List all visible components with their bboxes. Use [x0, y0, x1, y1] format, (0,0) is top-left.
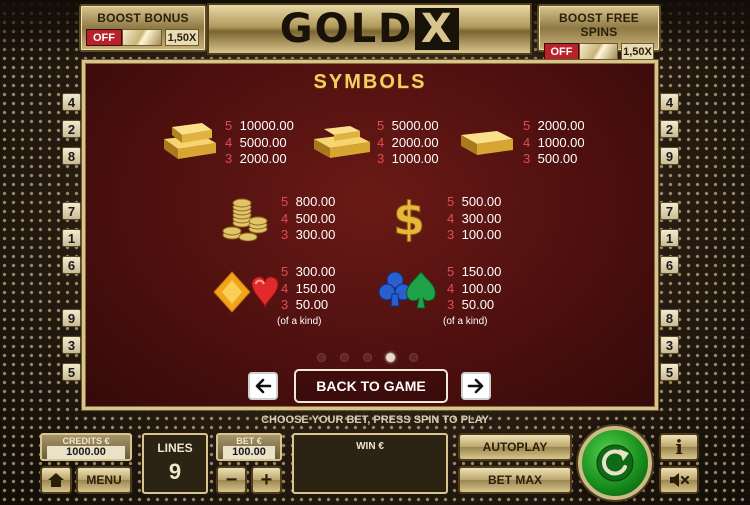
line-number-right[interactable]: 6: [660, 256, 679, 274]
gold-coins-icon: [222, 198, 268, 242]
line-number-left[interactable]: 1: [62, 229, 81, 247]
info-button[interactable]: i: [659, 433, 699, 461]
autoplay-button[interactable]: AUTOPLAY: [458, 433, 572, 461]
mute-icon: [670, 473, 690, 487]
bet-display: BET € 100.00: [216, 433, 282, 461]
line-number-left[interactable]: 2: [62, 120, 81, 138]
home-button[interactable]: [40, 466, 72, 494]
boost-bonus-title: BOOST BONUS: [97, 11, 189, 25]
boost-free-spins-title: BOOST FREE SPINS: [558, 11, 639, 39]
diamond-heart-gems-icon: [213, 271, 279, 313]
credits-label: CREDITS €: [62, 436, 110, 446]
boost-bonus-toggle-bar[interactable]: [122, 29, 162, 46]
lines-value: 9: [168, 459, 182, 484]
of-a-kind-note: (of a kind): [443, 315, 488, 327]
gold-bar-single-icon: [461, 131, 513, 155]
payout-list: 5 800.00 4 500.00 3 300.00: [281, 194, 336, 242]
payout-list: 5 500.00 4 300.00 3 100.00: [447, 194, 502, 242]
bet-decrease-button[interactable]: −: [216, 466, 247, 494]
gold-bar-large-icon: [164, 123, 216, 159]
paytable-panel: SYMBOLS 5 10000.00 4 5000.00 3 2000.00 5…: [82, 60, 658, 410]
next-page-button[interactable]: [461, 372, 491, 400]
line-number-right[interactable]: 9: [660, 147, 679, 165]
line-number-right[interactable]: 1: [660, 229, 679, 247]
home-icon: [48, 473, 64, 487]
credits-display: CREDITS € 1000.00: [40, 433, 132, 461]
bet-label: BET €: [236, 436, 262, 446]
of-a-kind-note: (of a kind): [277, 315, 322, 327]
page-indicator: [317, 353, 418, 362]
paytable-title: SYMBOLS: [313, 71, 427, 93]
win-label: WIN €: [356, 441, 384, 452]
line-number-right[interactable]: 3: [660, 336, 679, 354]
game-logo: GOLD X: [207, 3, 532, 55]
payout-list: 5 2000.00 4 1000.00 3 500.00: [523, 118, 585, 166]
bet-increase-button[interactable]: +: [251, 466, 282, 494]
back-to-game-button[interactable]: BACK TO GAME: [294, 369, 448, 403]
line-number-left[interactable]: 8: [62, 147, 81, 165]
page-dot[interactable]: [317, 353, 326, 362]
logo-x: X: [415, 8, 460, 50]
arrow-left-icon: [255, 378, 272, 394]
boost-bonus-panel: BOOST BONUS OFF 1,50X: [79, 4, 207, 52]
payout-list: 5 300.00 4 150.00 3 50.00 (of a kind): [277, 264, 335, 330]
lines-display: LINES 9: [142, 433, 208, 494]
payout-list: 5 10000.00 4 5000.00 3 2000.00: [225, 118, 294, 166]
bet-value: 100.00: [223, 446, 275, 459]
menu-button[interactable]: MENU: [76, 466, 132, 494]
line-number-left[interactable]: 9: [62, 309, 81, 327]
line-number-left[interactable]: 6: [62, 256, 81, 274]
win-display: WIN €: [292, 433, 448, 494]
page-dot[interactable]: [340, 353, 349, 362]
page-dot[interactable]: [409, 353, 418, 362]
sound-button[interactable]: [659, 466, 699, 494]
credits-value: 1000.00: [47, 446, 125, 459]
arrow-right-icon: [467, 378, 484, 394]
line-number-right[interactable]: 5: [660, 363, 679, 381]
line-number-left[interactable]: 4: [62, 93, 81, 111]
club-spade-gems-icon: [378, 271, 436, 309]
svg-text:$: $: [393, 193, 425, 243]
boost-free-spins-toggle-bar[interactable]: [579, 43, 618, 60]
boost-free-spins-toggle[interactable]: OFF: [544, 43, 580, 60]
line-number-right[interactable]: 4: [660, 93, 679, 111]
logo-gold: GOLD: [279, 6, 414, 52]
boost-bonus-multiplier: 1,50X: [165, 29, 199, 46]
page-dot[interactable]: [363, 353, 372, 362]
spin-arrow-icon: [596, 444, 634, 482]
line-number-left[interactable]: 3: [62, 336, 81, 354]
boost-bonus-toggle[interactable]: OFF: [86, 29, 122, 46]
boost-free-spins-multiplier: 1,50X: [620, 43, 654, 60]
logo-text: GOLD X: [280, 6, 460, 52]
spin-button[interactable]: [578, 426, 652, 500]
bet-max-button[interactable]: BET MAX: [458, 466, 572, 494]
line-number-left[interactable]: 7: [62, 202, 81, 220]
line-number-left[interactable]: 5: [62, 363, 81, 381]
lines-label: LINES: [157, 441, 193, 455]
gold-bar-double-icon: [314, 126, 370, 158]
payout-list: 5 5000.00 4 2000.00 3 1000.00: [377, 118, 439, 166]
page-dot-active[interactable]: [386, 353, 395, 362]
dollar-sign-icon: $: [392, 193, 425, 243]
payout-list: 5 150.00 4 100.00 3 50.00 (of a kind): [443, 264, 501, 330]
line-number-right[interactable]: 2: [660, 120, 679, 138]
prev-page-button[interactable]: [248, 372, 278, 400]
instruction-text: CHOOSE YOUR BET, PRESS SPIN TO PLAY: [261, 414, 489, 426]
boost-free-spins-panel: BOOST FREE SPINS OFF 1,50X: [537, 4, 661, 60]
line-number-right[interactable]: 7: [660, 202, 679, 220]
line-number-right[interactable]: 8: [660, 309, 679, 327]
